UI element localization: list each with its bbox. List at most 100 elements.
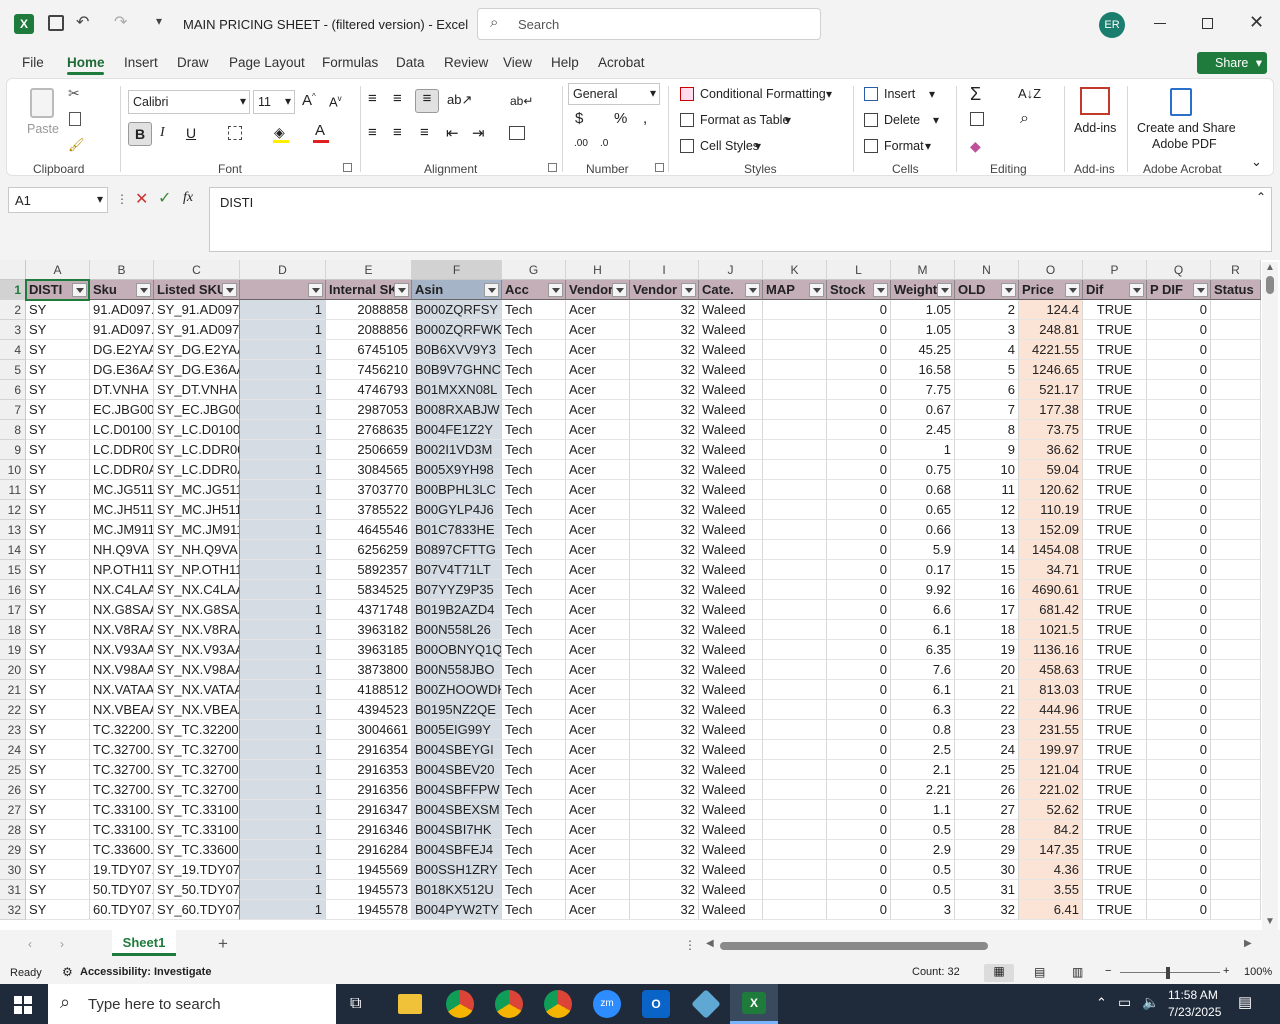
column-header-m[interactable]: M <box>891 260 955 280</box>
table-cell[interactable]: 0 <box>1147 380 1211 400</box>
table-cell[interactable]: SY <box>26 820 90 840</box>
table-cell[interactable]: B00N558JBO <box>412 660 502 680</box>
table-cell[interactable]: 1021.5 <box>1019 620 1083 640</box>
table-cell[interactable]: 521.17 <box>1019 380 1083 400</box>
table-cell[interactable]: Acer <box>566 760 630 780</box>
table-cell[interactable]: NX.V8RAA <box>90 620 154 640</box>
table-cell[interactable]: Tech <box>502 560 566 580</box>
row-header[interactable]: 11 <box>0 480 26 500</box>
table-cell[interactable]: Acer <box>566 780 630 800</box>
table-cell[interactable]: B0897CFTTG <box>412 540 502 560</box>
chrome-profile-2-icon[interactable] <box>544 990 572 1018</box>
find-select-icon[interactable]: ⌕ <box>1020 110 1029 128</box>
table-cell[interactable]: 1 <box>240 360 326 380</box>
tab-view[interactable]: View <box>503 55 532 70</box>
table-cell[interactable]: SY <box>26 520 90 540</box>
table-cell[interactable]: SY <box>26 740 90 760</box>
table-cell[interactable]: 4394523 <box>326 700 412 720</box>
italic-button[interactable]: I <box>160 125 165 141</box>
table-cell[interactable]: 0.5 <box>891 860 955 880</box>
table-cell[interactable]: 32 <box>630 460 699 480</box>
table-cell[interactable]: 1 <box>240 720 326 740</box>
table-cell[interactable]: 1.1 <box>891 800 955 820</box>
align-bottom-icon[interactable]: ≡ <box>415 89 439 113</box>
currency-icon[interactable]: $ <box>575 110 583 127</box>
row-header[interactable]: 24 <box>0 740 26 760</box>
font-name-select[interactable]: Calibri ▾ <box>128 90 250 114</box>
row-header[interactable]: 26 <box>0 780 26 800</box>
header-cell[interactable]: Weight <box>891 280 955 300</box>
table-cell[interactable]: 32 <box>630 880 699 900</box>
table-cell[interactable]: 0 <box>1147 440 1211 460</box>
table-cell[interactable]: 4371748 <box>326 600 412 620</box>
table-cell[interactable] <box>1211 500 1261 520</box>
table-cell[interactable]: Waleed <box>699 900 763 920</box>
table-cell[interactable] <box>1211 320 1261 340</box>
format-as-table-icon[interactable] <box>680 113 694 127</box>
table-cell[interactable]: Waleed <box>699 620 763 640</box>
table-cell[interactable]: 5.9 <box>891 540 955 560</box>
table-cell[interactable]: SY_DT.VNHA <box>154 380 240 400</box>
filter-dropdown-icon[interactable] <box>612 283 627 297</box>
table-cell[interactable]: 1 <box>240 880 326 900</box>
table-cell[interactable]: SY_19.TDY07. <box>154 860 240 880</box>
table-cell[interactable]: NH.Q9VA <box>90 540 154 560</box>
chrome-icon[interactable] <box>446 990 474 1018</box>
table-cell[interactable]: 0 <box>827 360 891 380</box>
zoom-level[interactable]: 100% <box>1244 966 1272 978</box>
table-cell[interactable]: 1 <box>240 560 326 580</box>
table-cell[interactable]: 21 <box>955 680 1019 700</box>
page-break-view-icon[interactable]: ▥ <box>1072 965 1083 979</box>
table-cell[interactable]: Waleed <box>699 720 763 740</box>
table-cell[interactable]: 2916284 <box>326 840 412 860</box>
table-cell[interactable]: 2916353 <box>326 760 412 780</box>
table-cell[interactable]: 813.03 <box>1019 680 1083 700</box>
table-cell[interactable]: B000ZQRFWK <box>412 320 502 340</box>
align-right-icon[interactable]: ≡ <box>420 124 429 141</box>
windows-start-icon[interactable] <box>14 996 32 1014</box>
header-cell[interactable]: Internal SK <box>326 280 412 300</box>
column-header-p[interactable]: P <box>1083 260 1147 280</box>
table-cell[interactable]: 7.75 <box>891 380 955 400</box>
save-icon[interactable] <box>48 15 64 31</box>
table-cell[interactable] <box>763 680 827 700</box>
table-cell[interactable]: TC.32200. <box>90 720 154 740</box>
table-cell[interactable]: 0 <box>1147 480 1211 500</box>
addins-button[interactable]: Add-ins <box>1074 121 1116 135</box>
table-cell[interactable] <box>1211 680 1261 700</box>
table-cell[interactable]: TRUE <box>1083 760 1147 780</box>
zoom-slider[interactable] <box>1120 972 1220 973</box>
table-cell[interactable]: Acer <box>566 580 630 600</box>
table-cell[interactable]: 32 <box>630 400 699 420</box>
table-cell[interactable]: 84.2 <box>1019 820 1083 840</box>
table-cell[interactable]: B07V4T71LT <box>412 560 502 580</box>
row-header[interactable]: 32 <box>0 900 26 920</box>
table-cell[interactable] <box>1211 800 1261 820</box>
table-cell[interactable]: 16.58 <box>891 360 955 380</box>
cut-icon[interactable]: ✂ <box>68 85 80 102</box>
notifications-icon[interactable]: ▤ <box>1238 993 1252 1011</box>
table-cell[interactable]: 0 <box>827 320 891 340</box>
table-cell[interactable] <box>1211 780 1261 800</box>
table-cell[interactable]: 0 <box>827 720 891 740</box>
table-cell[interactable]: 0 <box>827 540 891 560</box>
table-cell[interactable]: 3 <box>955 320 1019 340</box>
row-header[interactable]: 25 <box>0 760 26 780</box>
header-cell[interactable]: OLD <box>955 280 1019 300</box>
filter-dropdown-icon[interactable] <box>136 283 151 297</box>
table-cell[interactable]: 18 <box>955 620 1019 640</box>
table-cell[interactable]: TRUE <box>1083 740 1147 760</box>
table-cell[interactable]: Waleed <box>699 460 763 480</box>
table-cell[interactable]: 3963185 <box>326 640 412 660</box>
table-cell[interactable]: Acer <box>566 380 630 400</box>
column-header-i[interactable]: I <box>630 260 699 280</box>
table-cell[interactable]: 11 <box>955 480 1019 500</box>
table-cell[interactable] <box>763 340 827 360</box>
tab-acrobat[interactable]: Acrobat <box>598 55 645 70</box>
zoom-out-icon[interactable]: − <box>1105 965 1111 977</box>
table-cell[interactable]: Acer <box>566 520 630 540</box>
table-cell[interactable]: SY <box>26 300 90 320</box>
table-cell[interactable] <box>1211 360 1261 380</box>
table-cell[interactable]: SY_NX.VBEAA <box>154 700 240 720</box>
table-cell[interactable]: SY <box>26 420 90 440</box>
